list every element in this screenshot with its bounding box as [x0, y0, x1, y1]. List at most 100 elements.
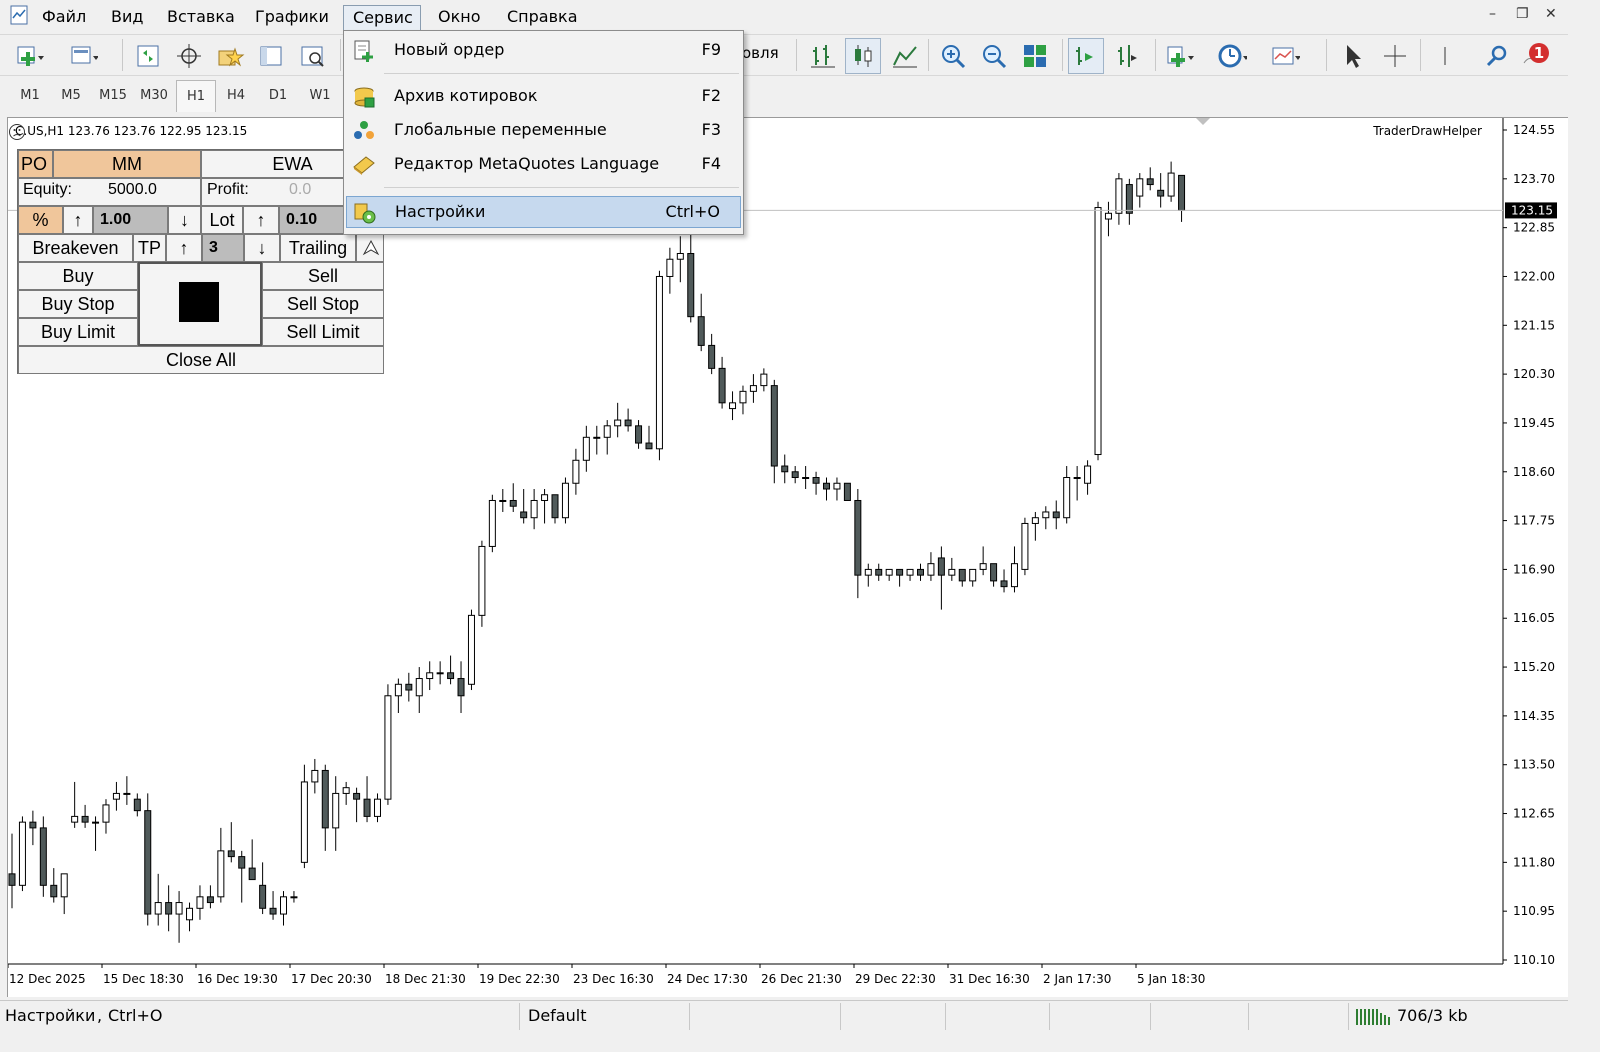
risk-input[interactable]: 1.00: [93, 206, 168, 234]
menu-window[interactable]: Окно: [429, 5, 490, 31]
buy-limit-button[interactable]: Buy Limit: [18, 318, 138, 346]
chart-shift-icon[interactable]: [1113, 41, 1143, 71]
restore-icon[interactable]: ❐: [1516, 6, 1529, 22]
minimize-icon[interactable]: –: [1489, 6, 1496, 22]
close-all-button[interactable]: Close All: [18, 346, 384, 374]
new-chart-icon[interactable]: [14, 41, 44, 71]
chart-window[interactable]: 124.55 123.70 122.85 122.00 121.15 120.30 119.…: [7, 117, 1568, 997]
menu-file[interactable]: Файл: [33, 5, 95, 31]
crosshair-tool-icon[interactable]: [1380, 41, 1410, 71]
menu-help[interactable]: Справка: [498, 5, 587, 31]
price-tick-label: 114.35: [1513, 709, 1555, 723]
candle: [1178, 174, 1186, 222]
status-hint-shortcut: Ctrl+O: [108, 1006, 163, 1025]
tile-windows-icon[interactable]: [1020, 41, 1050, 71]
connection-bars-icon: [1356, 1009, 1390, 1025]
candle: [405, 672, 413, 702]
time-tick-label: 18 Dec 21:30: [385, 972, 466, 986]
crosshair-icon[interactable]: [174, 41, 204, 71]
menu-item-settings[interactable]: Настройки Ctrl+O: [346, 196, 741, 228]
periods-icon[interactable]: [1217, 41, 1247, 71]
mm-tab[interactable]: MM: [53, 150, 201, 178]
candle: [697, 293, 705, 352]
tf-d1[interactable]: D1: [258, 80, 298, 112]
line-chart-icon[interactable]: [890, 41, 920, 71]
candlestick-icon[interactable]: [848, 41, 878, 71]
menu-item-global-variables[interactable]: Глобальные переменные F3: [346, 115, 741, 147]
menu-item-metaeditor[interactable]: Редактор MetaQuotes Language F4: [346, 149, 741, 181]
tp-button[interactable]: TP: [133, 234, 166, 262]
candle: [457, 661, 465, 714]
risk-down-button[interactable]: ↓: [168, 206, 201, 234]
candle: [81, 804, 89, 828]
tp-up-button[interactable]: ↑: [166, 234, 202, 262]
tf-m1[interactable]: M1: [10, 80, 50, 112]
status-hint: Настройки: [5, 1006, 96, 1025]
menu-tools[interactable]: Сервис: [343, 5, 421, 31]
candle: [165, 885, 173, 932]
vertical-line-icon[interactable]: [1430, 41, 1460, 71]
po-tab[interactable]: PO: [18, 150, 53, 178]
percent-button[interactable]: %: [18, 206, 63, 234]
candle: [854, 488, 862, 599]
sell-button[interactable]: Sell: [262, 262, 384, 290]
tf-m5[interactable]: M5: [51, 80, 91, 112]
buy-stop-button[interactable]: Buy Stop: [18, 290, 138, 318]
menu-item-history-center[interactable]: Архив котировок F2: [346, 81, 741, 113]
risk-up-button[interactable]: ↑: [63, 206, 93, 234]
sell-stop-button[interactable]: Sell Stop: [262, 290, 384, 318]
autotrading-label[interactable]: овля: [742, 44, 779, 62]
candle: [217, 827, 225, 903]
main-toolbar: овля 1: [0, 34, 1568, 76]
tp-down-button[interactable]: ↓: [244, 234, 280, 262]
candle: [875, 563, 883, 581]
terminal-icon[interactable]: [256, 41, 286, 71]
menu-view[interactable]: Вид: [102, 5, 152, 31]
candle: [541, 488, 549, 524]
indicators-icon[interactable]: [1164, 41, 1194, 71]
sell-limit-button[interactable]: Sell Limit: [262, 318, 384, 346]
candle: [823, 477, 831, 501]
candle: [1073, 466, 1081, 501]
templates-icon[interactable]: [1270, 41, 1300, 71]
cursor-icon[interactable]: [1338, 41, 1368, 71]
candle: [60, 873, 68, 915]
time-tick-label: 5 Jan 18:30: [1137, 972, 1205, 986]
candle: [102, 799, 110, 834]
candle: [300, 764, 308, 869]
menu-insert[interactable]: Вставка: [158, 5, 244, 31]
chart-shift-marker[interactable]: [1196, 118, 1210, 125]
search-icon[interactable]: [1482, 41, 1512, 71]
tf-m15[interactable]: M15: [93, 80, 133, 112]
candle: [1146, 167, 1154, 191]
menu-charts[interactable]: Графики: [246, 5, 338, 31]
candle: [676, 236, 684, 283]
tf-w1[interactable]: W1: [300, 80, 340, 112]
candle: [979, 546, 987, 576]
candle: [1157, 173, 1165, 208]
menu-item-new-order[interactable]: Новый ордер F9: [346, 35, 741, 67]
lot-up-button[interactable]: ↑: [243, 206, 279, 234]
market-watch-icon[interactable]: [133, 41, 163, 71]
autoscroll-icon[interactable]: [1071, 41, 1101, 71]
trailing-button[interactable]: Trailing: [280, 234, 356, 262]
time-tick-label: 31 Dec 16:30: [949, 972, 1030, 986]
tf-m30[interactable]: M30: [134, 80, 174, 112]
strategy-tester-icon[interactable]: [297, 41, 327, 71]
breakeven-button[interactable]: Breakeven: [18, 234, 133, 262]
candle: [415, 667, 423, 714]
bar-chart-icon[interactable]: [808, 41, 838, 71]
zoom-in-icon[interactable]: [938, 41, 968, 71]
tf-h4[interactable]: H4: [216, 80, 256, 112]
buy-button[interactable]: Buy: [18, 262, 138, 290]
price-tick-label: 113.50: [1513, 758, 1555, 772]
navigator-icon[interactable]: [215, 41, 245, 71]
tf-h1[interactable]: H1: [176, 80, 216, 112]
candle: [582, 425, 590, 472]
tp-input[interactable]: 3: [202, 234, 244, 262]
zoom-out-icon[interactable]: [979, 41, 1009, 71]
close-icon[interactable]: ✕: [1545, 6, 1557, 22]
profiles-icon[interactable]: [68, 41, 98, 71]
candle: [530, 488, 538, 530]
price-tick-label: 122.00: [1513, 269, 1555, 283]
